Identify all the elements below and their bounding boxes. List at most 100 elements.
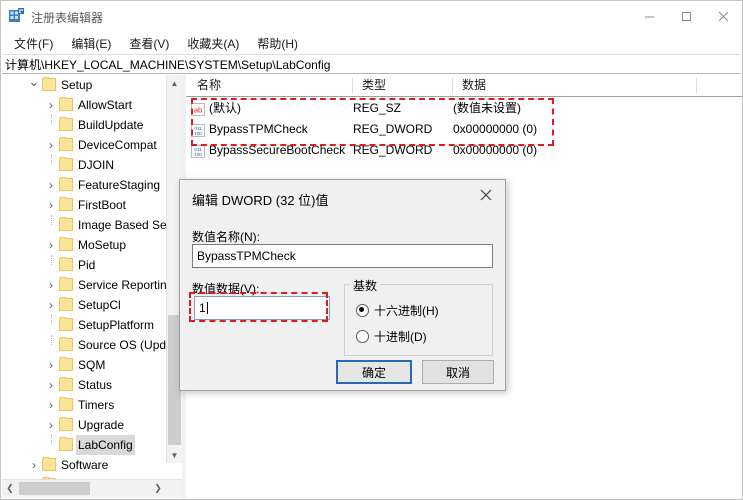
column-header-data[interactable]: 数据 — [453, 75, 696, 96]
value-row[interactable]: 011 100 BypassTPMCheck REG_DWORD 0x00000000 … — [186, 119, 742, 140]
tree-item-label: DJOIN — [78, 158, 114, 172]
ok-button[interactable]: 确定 — [336, 360, 412, 384]
dword-value-icon: 011 100 — [191, 123, 205, 137]
tree-item-image-based-se[interactable]: Image Based Se — [2, 215, 182, 235]
string-value-icon: ab — [191, 102, 205, 116]
tree-item-setupplatform[interactable]: SetupPlatform — [2, 315, 182, 335]
dialog-close-icon[interactable] — [469, 182, 503, 208]
tree-item-labconfig[interactable]: LabConfig — [2, 435, 182, 455]
tree-guide-line — [51, 315, 53, 325]
chevron-right-icon[interactable]: › — [44, 415, 58, 435]
tree-item-devicecompat[interactable]: › DeviceCompat — [2, 135, 182, 155]
menu-item-help[interactable]: 帮助(H) — [248, 33, 307, 54]
radio-hexadecimal[interactable]: 十六进制(H) — [356, 302, 439, 319]
tree-hscrollbar-thumb[interactable] — [19, 482, 90, 495]
tree-item-djoin[interactable]: DJOIN — [2, 155, 182, 175]
tree-guide-line — [51, 115, 53, 125]
tree-guide-line — [51, 155, 53, 165]
tree-item-sqm[interactable]: › SQM — [2, 355, 182, 375]
address-path: 计算机\HKEY_LOCAL_MACHINE\SYSTEM\Setup\LabC… — [5, 57, 331, 72]
value-data-cell: 0x00000000 (0) — [453, 143, 538, 157]
base-group-label: 基数 — [350, 277, 381, 294]
column-divider[interactable] — [696, 78, 697, 93]
chevron-right-icon[interactable]: › — [44, 355, 58, 375]
tree-horizontal-scrollbar[interactable]: ❮ ❯ — [2, 479, 182, 497]
scroll-up-icon[interactable]: ▲ — [167, 75, 182, 91]
address-bar[interactable]: 计算机\HKEY_LOCAL_MACHINE\SYSTEM\Setup\LabC… — [2, 54, 741, 74]
menu-item-edit[interactable]: 编辑(E) — [62, 33, 120, 54]
tree-item-timers[interactable]: › Timers — [2, 395, 182, 415]
radio-decimal[interactable]: 十进制(D) — [356, 328, 427, 345]
value-name-input[interactable]: BypassTPMCheck — [192, 244, 493, 268]
tree-item-software[interactable]: › Software — [2, 455, 182, 475]
tree-item-mosetup[interactable]: › MoSetup — [2, 235, 182, 255]
maximize-button[interactable] — [668, 1, 705, 32]
tree-item-label: FirstBoot — [78, 198, 127, 212]
folder-icon — [59, 297, 73, 311]
chevron-right-icon[interactable]: › — [44, 235, 58, 255]
radio-hexadecimal-label: 十六进制(H) — [374, 304, 439, 318]
registry-tree-pane[interactable]: ⌄ Setup › AllowStart BuildUpdate › DeviceCompa… — [2, 75, 182, 479]
value-name-label: 数值名称(N): — [192, 230, 260, 244]
tree-item-label: SQM — [78, 358, 106, 372]
tree-item-service-reportin[interactable]: › Service Reportin — [2, 275, 182, 295]
radio-decimal-label: 十进制(D) — [374, 330, 427, 344]
value-row[interactable]: 011 100 BypassSecureBootCheck REG_DWORD 0x00… — [186, 140, 742, 161]
scroll-right-icon[interactable]: ❯ — [150, 480, 166, 497]
folder-icon — [59, 197, 73, 211]
minimize-button[interactable] — [631, 1, 668, 32]
scroll-left-icon[interactable]: ❮ — [2, 480, 18, 497]
tree-guide-line — [51, 215, 53, 225]
scroll-down-icon[interactable]: ▼ — [167, 447, 182, 463]
base-group-box — [344, 284, 493, 356]
value-type-cell: REG_DWORD — [353, 143, 433, 157]
tree-guide-line — [51, 435, 53, 445]
tree-item-setup[interactable]: ⌄ Setup — [2, 75, 182, 95]
value-data-input[interactable]: 1 — [194, 296, 330, 320]
menu-item-file[interactable]: 文件(F) — [5, 33, 62, 54]
value-row[interactable]: ab (默认) REG_SZ (数值未设置) — [186, 98, 742, 119]
folder-icon — [59, 437, 73, 451]
tree-item-label: BuildUpdate — [78, 118, 144, 132]
menu-item-favorites[interactable]: 收藏夹(A) — [178, 33, 248, 54]
value-name-cell: (默认) — [209, 101, 241, 115]
column-divider[interactable] — [352, 78, 353, 93]
cancel-button[interactable]: 取消 — [422, 360, 494, 384]
folder-icon — [42, 457, 56, 471]
svg-text:100: 100 — [194, 131, 202, 136]
tree-item-pid[interactable]: Pid — [2, 255, 182, 275]
chevron-right-icon[interactable]: › — [44, 175, 58, 195]
tree-item-source-os-upd[interactable]: Source OS (Upd — [2, 335, 182, 355]
tree-item-label: Source OS (Upd — [78, 338, 167, 352]
folder-icon — [59, 237, 73, 251]
chevron-right-icon[interactable]: › — [44, 95, 58, 115]
chevron-right-icon[interactable]: › — [44, 135, 58, 155]
tree-item-status[interactable]: › Status — [2, 375, 182, 395]
tree-item-buildupdate[interactable]: BuildUpdate — [2, 115, 182, 135]
column-divider[interactable] — [452, 78, 453, 93]
column-header-name[interactable]: 名称 — [188, 75, 353, 96]
registry-editor-window: 注册表编辑器 文件(F) 编辑(E) 查看(V) 收藏夹(A) 帮助(H) 计算… — [0, 0, 743, 500]
value-name-cell: BypassSecureBootCheck — [209, 143, 346, 157]
folder-icon — [59, 357, 73, 371]
dword-value-icon: 011 100 — [191, 144, 205, 158]
tree-item-upgrade[interactable]: › Upgrade — [2, 415, 182, 435]
chevron-right-icon[interactable]: › — [44, 295, 58, 315]
tree-item-firstboot[interactable]: › FirstBoot — [2, 195, 182, 215]
chevron-right-icon[interactable]: › — [44, 275, 58, 295]
chevron-right-icon[interactable]: › — [44, 375, 58, 395]
chevron-down-icon[interactable]: ⌄ — [27, 75, 41, 89]
chevron-right-icon[interactable]: › — [44, 195, 58, 215]
chevron-right-icon[interactable]: › — [44, 395, 58, 415]
tree-item-setupcl[interactable]: › SetupCl — [2, 295, 182, 315]
svg-text:100: 100 — [194, 152, 202, 157]
menu-item-view[interactable]: 查看(V) — [120, 33, 178, 54]
folder-icon — [59, 337, 73, 351]
tree-item-allowstart[interactable]: › AllowStart — [2, 95, 182, 115]
tree-item-label: Service Reportin — [78, 278, 167, 292]
close-button[interactable] — [705, 1, 742, 32]
tree-item-featurestaging[interactable]: › FeatureStaging — [2, 175, 182, 195]
tree-item-label: AllowStart — [78, 98, 133, 112]
chevron-right-icon[interactable]: › — [27, 455, 41, 475]
column-header-type[interactable]: 类型 — [353, 75, 453, 96]
